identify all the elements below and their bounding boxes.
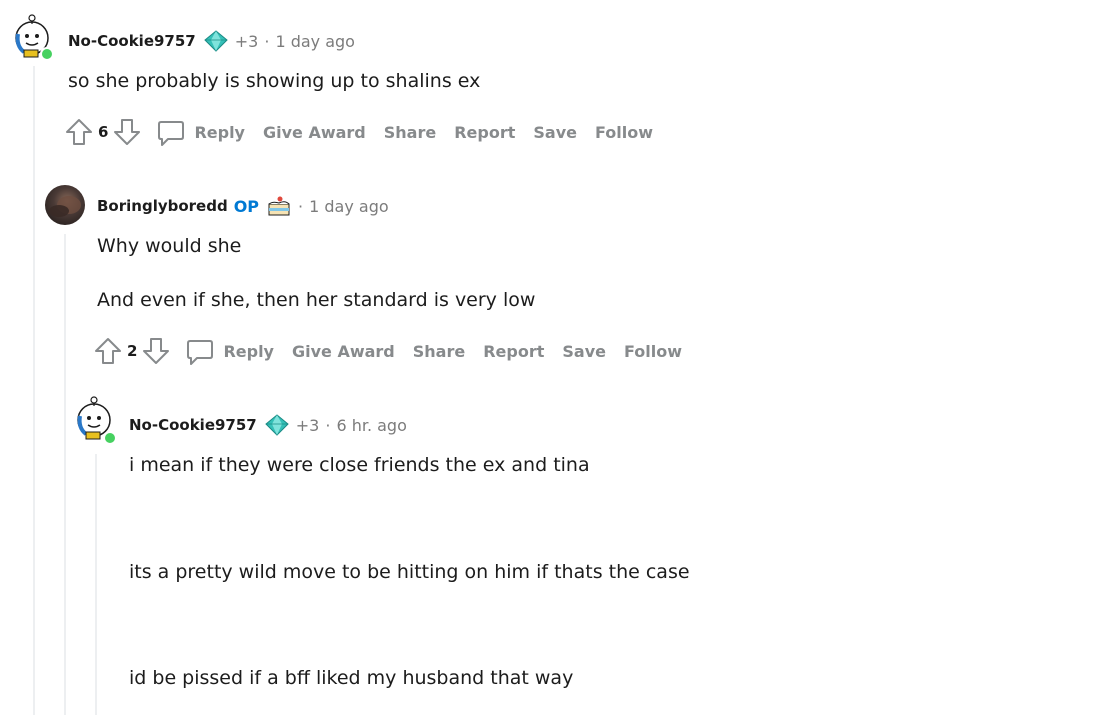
comment-text: so she probably is showing up to shalins…: [68, 70, 481, 92]
separator-dot: ·: [264, 31, 270, 51]
comment-text-line-1: Why would she: [97, 235, 242, 257]
comment-meta: No-Cookie9757 +3 · 6 hr. ago: [129, 414, 407, 436]
username[interactable]: No-Cookie9757: [129, 416, 257, 434]
award-count[interactable]: +3: [235, 32, 259, 51]
avatar[interactable]: [45, 185, 85, 225]
downvote-arrow-icon[interactable]: [141, 336, 171, 366]
timestamp[interactable]: 6 hr. ago: [336, 416, 406, 435]
give-award-button[interactable]: Give Award: [292, 342, 395, 361]
diamond-icon[interactable]: [264, 414, 290, 436]
username[interactable]: No-Cookie9757: [68, 32, 196, 50]
comment-text-line-2: And even if she, then her standard is ve…: [97, 289, 536, 311]
speech-bubble-icon: [158, 121, 185, 146]
thread-line-1[interactable]: [33, 66, 35, 715]
comment-text-line-2: its a pretty wild move to be hitting on …: [129, 561, 690, 583]
follow-button[interactable]: Follow: [595, 123, 653, 142]
upvote-arrow-icon[interactable]: [93, 336, 123, 366]
reply-label: Reply: [194, 122, 245, 142]
timestamp[interactable]: 1 day ago: [275, 32, 355, 51]
share-button[interactable]: Share: [413, 342, 465, 361]
follow-button[interactable]: Follow: [624, 342, 682, 361]
online-status-dot: [103, 431, 117, 445]
online-status-dot: [40, 47, 54, 61]
cake-icon[interactable]: [266, 195, 292, 217]
give-award-button[interactable]: Give Award: [263, 123, 366, 142]
reply-button[interactable]: Reply: [156, 117, 245, 147]
username[interactable]: Boringlyboredd: [97, 197, 228, 215]
thread-line-3[interactable]: [95, 454, 97, 715]
op-badge: OP: [233, 196, 260, 216]
reply-label: Reply: [223, 341, 274, 361]
upvote-arrow-icon[interactable]: [64, 117, 94, 147]
separator-dot: ·: [325, 415, 331, 435]
save-button[interactable]: Save: [533, 123, 577, 142]
report-button[interactable]: Report: [483, 342, 544, 361]
diamond-icon[interactable]: [203, 30, 229, 52]
separator-dot: ·: [298, 196, 304, 216]
comment-text-line-3: id be pissed if a bff liked my husband t…: [129, 667, 574, 689]
comment-actions: 2 Reply Give Award Share Report Save Fol…: [93, 334, 700, 368]
vote-score: 2: [127, 342, 138, 360]
downvote-arrow-icon[interactable]: [112, 117, 142, 147]
comment-text-line-1: i mean if they were close friends the ex…: [129, 454, 590, 476]
reply-button[interactable]: Reply: [185, 336, 274, 366]
save-button[interactable]: Save: [562, 342, 606, 361]
report-button[interactable]: Report: [454, 123, 515, 142]
share-button[interactable]: Share: [384, 123, 436, 142]
award-count[interactable]: +3: [296, 416, 320, 435]
thread-line-2[interactable]: [64, 234, 66, 715]
speech-bubble-icon: [187, 340, 214, 365]
vote-score: 6: [98, 123, 109, 141]
comment-meta: No-Cookie9757 +3 · 1 day ago: [68, 30, 355, 52]
comment-actions: 6 Reply Give Award Share Report Save Fol…: [64, 115, 671, 149]
timestamp[interactable]: 1 day ago: [309, 197, 389, 216]
comment-meta: Boringlyboredd OP · 1 day ago: [97, 195, 389, 217]
profile-photo-icon: [49, 196, 81, 217]
